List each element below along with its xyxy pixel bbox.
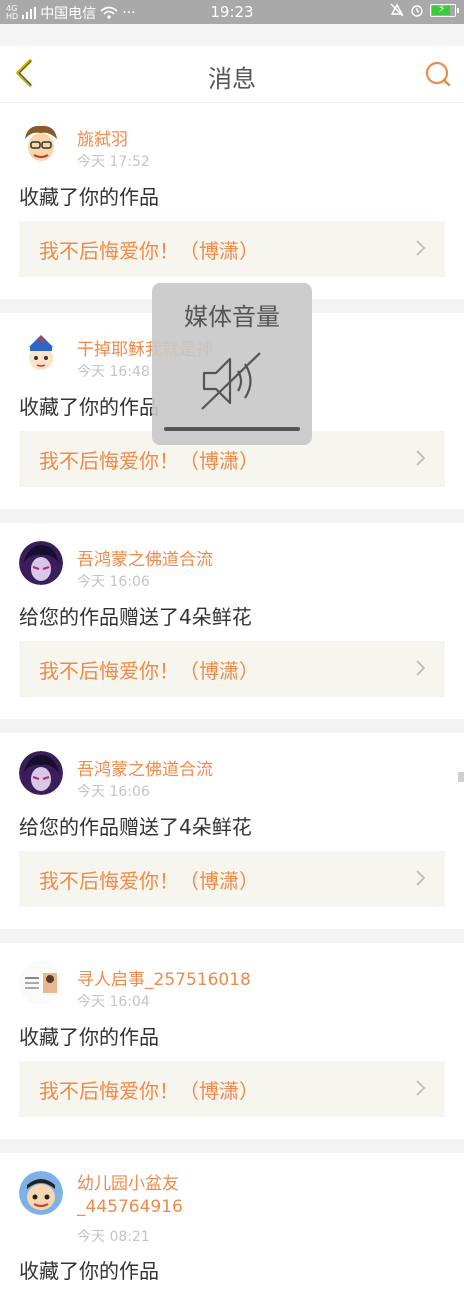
user-row: 吾鸿蒙之佛道合流 今天 16:06	[0, 523, 464, 593]
divider	[0, 1139, 464, 1153]
action-text: 收藏了你的作品	[19, 185, 159, 209]
avatar[interactable]	[19, 961, 63, 1005]
page-title: 消息	[208, 65, 256, 93]
work-link[interactable]: 我不后悔爱你！（博潇）	[19, 851, 445, 907]
app-header: 消息	[0, 46, 464, 103]
work-title: 我不后悔爱你！（博潇）	[39, 869, 259, 893]
user-row: 吾鸿蒙之佛道合流 今天 16:06	[0, 733, 464, 803]
message-card: 幼儿园小盆友 _445764916 今天 08:21 收藏了你的作品	[0, 1153, 464, 1295]
search-icon[interactable]	[424, 60, 452, 88]
volume-overlay: 媒体音量	[152, 283, 312, 445]
message-card: 吾鸿蒙之佛道合流 今天 16:06 给您的作品赠送了4朵鲜花 我不后悔爱你！（博…	[0, 733, 464, 929]
timestamp: 今天 16:04	[77, 994, 150, 1010]
timestamp: 今天 16:06	[77, 784, 150, 800]
timestamp: 今天 17:52	[77, 154, 150, 170]
user-row: 旐弑羽 今天 17:52	[0, 103, 464, 173]
chevron-right-icon	[416, 450, 426, 466]
username[interactable]: 旐弑羽	[77, 125, 128, 150]
divider	[0, 929, 464, 943]
avatar[interactable]	[19, 1171, 63, 1215]
status-bar: 4G HD 中国电信 ··· 19:23 ⚡	[0, 0, 464, 24]
timestamp: 今天 16:48	[77, 364, 150, 380]
action-text: 给您的作品赠送了4朵鲜花	[19, 605, 252, 629]
timestamp: 今天 16:06	[77, 574, 150, 590]
chevron-right-icon	[416, 240, 426, 256]
message-card: 吾鸿蒙之佛道合流 今天 16:06 给您的作品赠送了4朵鲜花 我不后悔爱你！（博…	[0, 523, 464, 719]
chevron-right-icon	[416, 660, 426, 676]
message-card: 寻人启事_257516018 今天 16:04 收藏了你的作品 我不后悔爱你！（…	[0, 943, 464, 1139]
work-title: 我不后悔爱你！（博潇）	[39, 1079, 259, 1103]
username[interactable]: 寻人启事_257516018	[77, 965, 251, 990]
scrollbar[interactable]	[458, 772, 464, 782]
speaker-muted-icon	[201, 352, 261, 410]
volume-level-bar[interactable]	[164, 427, 300, 431]
avatar[interactable]	[19, 121, 63, 165]
username[interactable]: 幼儿园小盆友 _445764916	[77, 1173, 183, 1219]
action-text: 收藏了你的作品	[19, 1259, 159, 1283]
top-spacer	[0, 24, 464, 46]
divider	[0, 719, 464, 733]
avatar[interactable]	[19, 541, 63, 585]
battery-charging-icon: ⚡	[430, 2, 459, 17]
user-row: 寻人启事_257516018 今天 16:04	[0, 943, 464, 1013]
alarm-icon	[411, 5, 423, 17]
action-text: 收藏了你的作品	[19, 1025, 159, 1049]
username[interactable]: 吾鸿蒙之佛道合流	[77, 545, 213, 570]
chevron-right-icon	[416, 1080, 426, 1096]
timestamp: 今天 08:21	[77, 1229, 150, 1245]
message-card: 旐弑羽 今天 17:52 收藏了你的作品 我不后悔爱你！（博潇）	[0, 103, 464, 299]
work-title: 我不后悔爱你！（博潇）	[39, 449, 259, 473]
avatar[interactable]	[19, 331, 63, 375]
work-title: 我不后悔爱你！（博潇）	[39, 239, 259, 263]
work-link[interactable]: 我不后悔爱你！（博潇）	[19, 641, 445, 697]
chevron-right-icon	[416, 870, 426, 886]
mute-icon	[390, 3, 404, 17]
avatar[interactable]	[19, 751, 63, 795]
action-text: 给您的作品赠送了4朵鲜花	[19, 815, 252, 839]
divider	[0, 509, 464, 523]
overlay-title: 媒体音量	[184, 303, 280, 331]
username[interactable]: 吾鸿蒙之佛道合流	[77, 755, 213, 780]
work-title: 我不后悔爱你！（博潇）	[39, 659, 259, 683]
work-link[interactable]: 我不后悔爱你！（博潇）	[19, 1061, 445, 1117]
message-feed: 旐弑羽 今天 17:52 收藏了你的作品 我不后悔爱你！（博潇） 干掉耶稣我就是…	[0, 103, 464, 1295]
user-row: 幼儿园小盆友 _445764916 今天 08:21	[0, 1153, 464, 1247]
work-link[interactable]: 我不后悔爱你！（博潇）	[19, 221, 445, 277]
